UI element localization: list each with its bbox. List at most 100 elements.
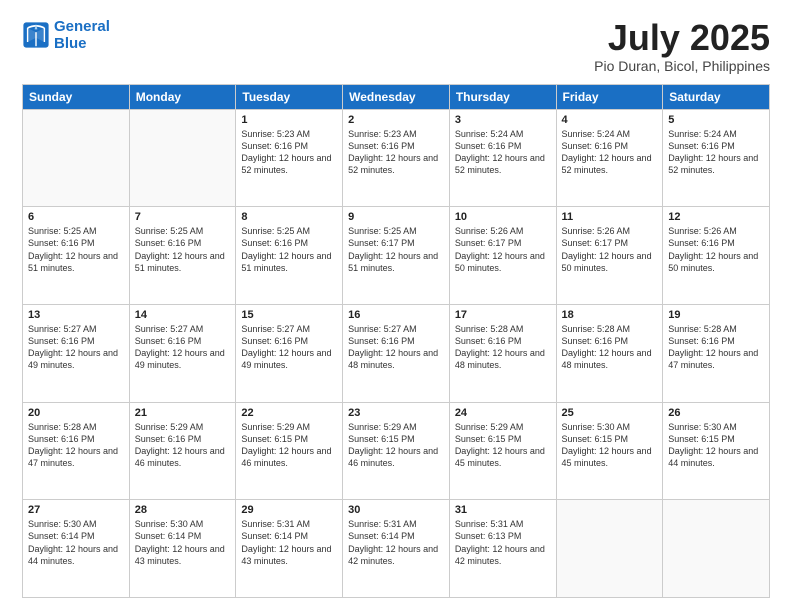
calendar-header-row: SundayMondayTuesdayWednesdayThursdayFrid…	[23, 84, 770, 109]
calendar-cell: 15Sunrise: 5:27 AM Sunset: 6:16 PM Dayli…	[236, 304, 343, 402]
weekday-header-saturday: Saturday	[663, 84, 770, 109]
calendar-week-row: 13Sunrise: 5:27 AM Sunset: 6:16 PM Dayli…	[23, 304, 770, 402]
day-info: Sunrise: 5:30 AM Sunset: 6:15 PM Dayligh…	[668, 421, 764, 470]
calendar-cell	[663, 500, 770, 598]
calendar-cell: 4 Sunrise: 5:24 AM Sunset: 6:16 PM Daylig…	[556, 109, 663, 207]
header: General Blue July 2025 Pio Duran, Bicol,…	[22, 18, 770, 74]
day-info: Sunrise: 5:28 AM Sunset: 6:16 PM Dayligh…	[455, 323, 551, 372]
day-info: Sunrise: 5:24 AM Sunset: 6:16 PM Dayligh…	[455, 128, 551, 177]
calendar-cell: 23 Sunrise: 5:29 AM Sunset: 6:15 PM Dayli…	[343, 402, 450, 500]
day-info: Sunrise: 5:28 AM Sunset: 6:16 PM Dayligh…	[28, 421, 124, 470]
calendar-table: SundayMondayTuesdayWednesdayThursdayFrid…	[22, 84, 770, 598]
day-info: Sunrise: 5:31 AM Sunset: 6:14 PM Dayligh…	[348, 518, 444, 567]
day-number: 27	[28, 504, 124, 516]
day-info: Sunrise: 5:24 AM Sunset: 6:16 PM Dayligh…	[562, 128, 658, 177]
day-info: Sunrise: 5:30 AM Sunset: 6:14 PM Dayligh…	[28, 518, 124, 567]
day-number: 21	[135, 407, 231, 419]
day-number: 22	[241, 407, 337, 419]
calendar-cell: 1 Sunrise: 5:23 AM Sunset: 6:16 PM Daylig…	[236, 109, 343, 207]
calendar-week-row: 20 Sunrise: 5:28 AM Sunset: 6:16 PM Dayli…	[23, 402, 770, 500]
calendar-cell: 5 Sunrise: 5:24 AM Sunset: 6:16 PM Daylig…	[663, 109, 770, 207]
title-block: July 2025 Pio Duran, Bicol, Philippines	[594, 18, 770, 74]
day-info: Sunrise: 5:29 AM Sunset: 6:15 PM Dayligh…	[241, 421, 337, 470]
calendar-cell: 22 Sunrise: 5:29 AM Sunset: 6:15 PM Dayli…	[236, 402, 343, 500]
calendar-cell: 11 Sunrise: 5:26 AM Sunset: 6:17 PM Dayli…	[556, 207, 663, 305]
calendar-cell: 17Sunrise: 5:28 AM Sunset: 6:16 PM Dayli…	[449, 304, 556, 402]
main-title: July 2025	[594, 18, 770, 58]
day-info: Sunrise: 5:23 AM Sunset: 6:16 PM Dayligh…	[348, 128, 444, 177]
calendar-cell: 13Sunrise: 5:27 AM Sunset: 6:16 PM Dayli…	[23, 304, 130, 402]
day-info: Sunrise: 5:24 AM Sunset: 6:16 PM Dayligh…	[668, 128, 764, 177]
calendar-cell: 3 Sunrise: 5:24 AM Sunset: 6:16 PM Daylig…	[449, 109, 556, 207]
day-info: Sunrise: 5:29 AM Sunset: 6:15 PM Dayligh…	[455, 421, 551, 470]
day-number: 10	[455, 211, 551, 223]
calendar-cell: 30 Sunrise: 5:31 AM Sunset: 6:14 PM Dayli…	[343, 500, 450, 598]
calendar-cell: 7Sunrise: 5:25 AM Sunset: 6:16 PM Daylig…	[129, 207, 236, 305]
logo-icon	[22, 21, 50, 49]
day-number: 18	[562, 309, 658, 321]
calendar-cell: 14Sunrise: 5:27 AM Sunset: 6:16 PM Dayli…	[129, 304, 236, 402]
calendar-cell: 9Sunrise: 5:25 AM Sunset: 6:17 PM Daylig…	[343, 207, 450, 305]
day-number: 29	[241, 504, 337, 516]
calendar-cell: 19Sunrise: 5:28 AM Sunset: 6:16 PM Dayli…	[663, 304, 770, 402]
day-number: 11	[562, 211, 658, 223]
calendar-cell	[556, 500, 663, 598]
day-info: Sunrise: 5:26 AM Sunset: 6:17 PM Dayligh…	[455, 225, 551, 274]
calendar-cell	[129, 109, 236, 207]
calendar-cell: 2Sunrise: 5:23 AM Sunset: 6:16 PM Daylig…	[343, 109, 450, 207]
day-number: 16	[348, 309, 444, 321]
calendar-cell: 28 Sunrise: 5:30 AM Sunset: 6:14 PM Dayli…	[129, 500, 236, 598]
day-info: Sunrise: 5:27 AM Sunset: 6:16 PM Dayligh…	[135, 323, 231, 372]
day-number: 20	[28, 407, 124, 419]
day-number: 12	[668, 211, 764, 223]
calendar-cell: 24 Sunrise: 5:29 AM Sunset: 6:15 PM Dayli…	[449, 402, 556, 500]
weekday-header-monday: Monday	[129, 84, 236, 109]
day-info: Sunrise: 5:25 AM Sunset: 6:16 PM Dayligh…	[135, 225, 231, 274]
day-number: 19	[668, 309, 764, 321]
day-number: 15	[241, 309, 337, 321]
day-number: 23	[348, 407, 444, 419]
day-number: 8	[241, 211, 337, 223]
day-number: 30	[348, 504, 444, 516]
calendar-cell: 25Sunrise: 5:30 AM Sunset: 6:15 PM Dayli…	[556, 402, 663, 500]
subtitle: Pio Duran, Bicol, Philippines	[594, 58, 770, 74]
logo-line2: Blue	[54, 35, 87, 52]
weekday-header-tuesday: Tuesday	[236, 84, 343, 109]
day-info: Sunrise: 5:26 AM Sunset: 6:16 PM Dayligh…	[668, 225, 764, 274]
day-number: 24	[455, 407, 551, 419]
day-number: 5	[668, 114, 764, 126]
day-info: Sunrise: 5:23 AM Sunset: 6:16 PM Dayligh…	[241, 128, 337, 177]
page: General Blue July 2025 Pio Duran, Bicol,…	[0, 0, 792, 612]
calendar-cell: 27 Sunrise: 5:30 AM Sunset: 6:14 PM Dayli…	[23, 500, 130, 598]
calendar-cell: 21 Sunrise: 5:29 AM Sunset: 6:16 PM Dayli…	[129, 402, 236, 500]
calendar-cell: 16 Sunrise: 5:27 AM Sunset: 6:16 PM Dayli…	[343, 304, 450, 402]
day-number: 31	[455, 504, 551, 516]
day-number: 26	[668, 407, 764, 419]
day-info: Sunrise: 5:29 AM Sunset: 6:15 PM Dayligh…	[348, 421, 444, 470]
day-info: Sunrise: 5:26 AM Sunset: 6:17 PM Dayligh…	[562, 225, 658, 274]
day-number: 6	[28, 211, 124, 223]
day-info: Sunrise: 5:31 AM Sunset: 6:14 PM Dayligh…	[241, 518, 337, 567]
day-info: Sunrise: 5:31 AM Sunset: 6:13 PM Dayligh…	[455, 518, 551, 567]
day-number: 4	[562, 114, 658, 126]
calendar-cell: 10 Sunrise: 5:26 AM Sunset: 6:17 PM Dayli…	[449, 207, 556, 305]
day-number: 25	[562, 407, 658, 419]
day-info: Sunrise: 5:25 AM Sunset: 6:16 PM Dayligh…	[241, 225, 337, 274]
day-number: 9	[348, 211, 444, 223]
day-number: 28	[135, 504, 231, 516]
calendar-cell: 12 Sunrise: 5:26 AM Sunset: 6:16 PM Dayli…	[663, 207, 770, 305]
calendar-cell: 18 Sunrise: 5:28 AM Sunset: 6:16 PM Dayli…	[556, 304, 663, 402]
calendar-cell: 31 Sunrise: 5:31 AM Sunset: 6:13 PM Dayli…	[449, 500, 556, 598]
day-number: 1	[241, 114, 337, 126]
day-info: Sunrise: 5:30 AM Sunset: 6:14 PM Dayligh…	[135, 518, 231, 567]
day-number: 3	[455, 114, 551, 126]
weekday-header-sunday: Sunday	[23, 84, 130, 109]
weekday-header-wednesday: Wednesday	[343, 84, 450, 109]
logo: General Blue	[22, 18, 110, 53]
calendar-cell: 6 Sunrise: 5:25 AM Sunset: 6:16 PM Daylig…	[23, 207, 130, 305]
day-info: Sunrise: 5:28 AM Sunset: 6:16 PM Dayligh…	[562, 323, 658, 372]
calendar-cell: 29 Sunrise: 5:31 AM Sunset: 6:14 PM Dayli…	[236, 500, 343, 598]
day-info: Sunrise: 5:29 AM Sunset: 6:16 PM Dayligh…	[135, 421, 231, 470]
day-info: Sunrise: 5:25 AM Sunset: 6:16 PM Dayligh…	[28, 225, 124, 274]
day-info: Sunrise: 5:27 AM Sunset: 6:16 PM Dayligh…	[348, 323, 444, 372]
